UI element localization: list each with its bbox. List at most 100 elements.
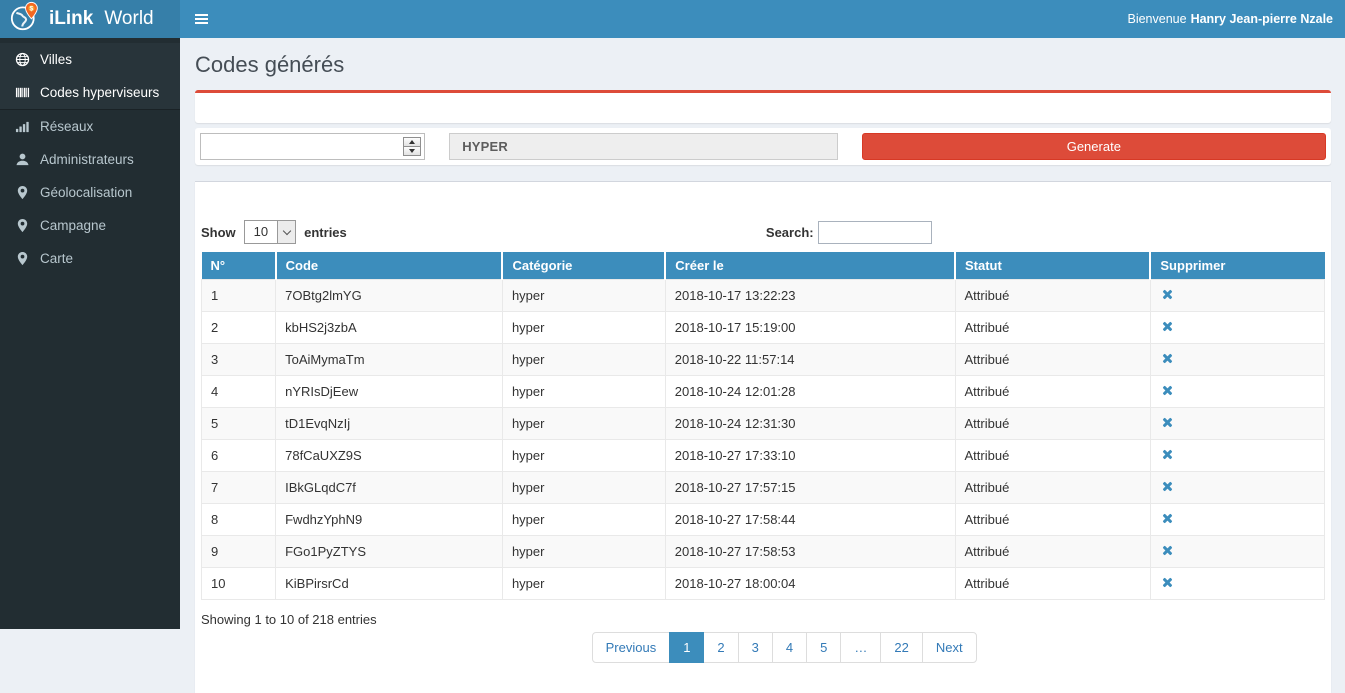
codes-table: N°CodeCatégorieCréer leStatutSupprimer 1…	[201, 252, 1325, 600]
delete-button[interactable]	[1160, 447, 1175, 464]
sidebar-item-label: Réseaux	[40, 119, 93, 134]
globe-pin-logo-icon: $	[9, 1, 42, 38]
table-footer: Showing 1 to 10 of 218 entries Previous1…	[201, 612, 1325, 663]
sidebar-item-campagne[interactable]: Campagne	[0, 209, 180, 242]
page-length-select[interactable]: 10	[244, 220, 296, 244]
delete-button[interactable]	[1160, 319, 1175, 336]
cell-delete	[1150, 312, 1324, 344]
cell-category: hyper	[502, 568, 665, 600]
chevron-down-icon	[277, 221, 295, 243]
cell-num: 3	[202, 344, 276, 376]
column-header[interactable]: Supprimer	[1150, 252, 1324, 280]
cell-num: 4	[202, 376, 276, 408]
delete-x-icon	[1162, 481, 1173, 492]
user-icon	[15, 152, 30, 167]
sidebar-item-label: Carte	[40, 251, 73, 266]
table-row: 3ToAiMymaTmhyper2018-10-22 11:57:14Attri…	[202, 344, 1325, 376]
sidebar-item-administrateurs[interactable]: Administrateurs	[0, 143, 180, 176]
pagination-next-button[interactable]: Next	[922, 632, 977, 663]
brand-name-bold: iLink	[49, 8, 93, 30]
search-label: Search:	[766, 225, 814, 240]
column-header[interactable]: Catégorie	[502, 252, 665, 280]
barcode-icon	[15, 85, 30, 100]
delete-x-icon	[1162, 577, 1173, 588]
delete-button[interactable]	[1160, 351, 1175, 368]
table-controls: Show 10 entries Search:	[201, 220, 1325, 244]
delete-button[interactable]	[1160, 287, 1175, 304]
cell-created: 2018-10-22 11:57:14	[665, 344, 955, 376]
pagination-page-button[interactable]: …	[840, 632, 881, 663]
delete-button[interactable]	[1160, 511, 1175, 528]
map-marker-icon	[15, 251, 30, 266]
sidebar-item-label: Codes hyperviseurs	[40, 85, 159, 100]
sidebar-item-label: Géolocalisation	[40, 185, 132, 200]
pagination-page-button[interactable]: 5	[806, 632, 841, 663]
spinner-up-button[interactable]	[404, 138, 420, 146]
table-row: 2kbHS2j3zbAhyper2018-10-17 15:19:00Attri…	[202, 312, 1325, 344]
page-title: Codes générés	[195, 52, 1331, 78]
delete-button[interactable]	[1160, 575, 1175, 592]
pagination-page-button[interactable]: 4	[772, 632, 807, 663]
column-header[interactable]: Statut	[955, 252, 1150, 280]
pagination-page-button[interactable]: 3	[738, 632, 773, 663]
table-info: Showing 1 to 10 of 218 entries	[201, 612, 377, 627]
cell-created: 2018-10-27 17:33:10	[665, 440, 955, 472]
delete-button[interactable]	[1160, 543, 1175, 560]
delete-x-icon	[1162, 385, 1173, 396]
map-marker-icon	[15, 185, 30, 200]
delete-x-icon	[1162, 321, 1173, 332]
sidebar-item-carte[interactable]: Carte	[0, 242, 180, 275]
cell-code: nYRIsDjEew	[276, 376, 503, 408]
table-header-row: N°CodeCatégorieCréer leStatutSupprimer	[202, 252, 1325, 280]
cell-delete	[1150, 504, 1324, 536]
pagination-previous-button[interactable]: Previous	[592, 632, 671, 663]
cell-status: Attribué	[955, 376, 1150, 408]
delete-button[interactable]	[1160, 415, 1175, 432]
cell-created: 2018-10-27 18:00:04	[665, 568, 955, 600]
user-name: Hanry Jean-pierre Nzale	[1191, 12, 1333, 26]
delete-button[interactable]	[1160, 383, 1175, 400]
pagination-page-button[interactable]: 1	[669, 632, 704, 663]
generate-button[interactable]: Generate	[862, 133, 1326, 160]
cell-status: Attribué	[955, 344, 1150, 376]
cell-status: Attribué	[955, 568, 1150, 600]
sidebar: Villes Codes hyperviseurs Réseaux Administr…	[0, 38, 180, 629]
sidebar-item-label: Campagne	[40, 218, 106, 233]
cell-status: Attribué	[955, 536, 1150, 568]
brand-logo-area[interactable]: $ iLinkWorld	[0, 0, 180, 38]
cell-created: 2018-10-27 17:58:53	[665, 536, 955, 568]
cell-num: 5	[202, 408, 276, 440]
pagination-page-button[interactable]: 22	[880, 632, 922, 663]
cell-created: 2018-10-27 17:58:44	[665, 504, 955, 536]
signal-bars-icon	[15, 119, 30, 134]
cell-category: hyper	[502, 536, 665, 568]
page-length-control: Show 10 entries	[201, 220, 347, 244]
table-row: 678fCaUXZ9Shyper2018-10-27 17:33:10Attri…	[202, 440, 1325, 472]
cell-code: KiBPirsrCd	[276, 568, 503, 600]
sidebar-item-label: Administrateurs	[40, 152, 134, 167]
sidebar-item-g-olocalisation[interactable]: Géolocalisation	[0, 176, 180, 209]
cell-code: kbHS2j3zbA	[276, 312, 503, 344]
sidebar-item-codes-hyperviseurs[interactable]: Codes hyperviseurs	[0, 76, 180, 110]
quantity-input[interactable]	[200, 133, 425, 160]
cell-delete	[1150, 280, 1324, 312]
cell-num: 7	[202, 472, 276, 504]
cell-num: 9	[202, 536, 276, 568]
pagination-page-button[interactable]: 2	[703, 632, 738, 663]
cell-status: Attribué	[955, 440, 1150, 472]
cell-delete	[1150, 408, 1324, 440]
column-header[interactable]: N°	[202, 252, 276, 280]
delete-x-icon	[1162, 545, 1173, 556]
spinner-down-button[interactable]	[404, 146, 420, 155]
search-input[interactable]	[818, 221, 932, 244]
column-header[interactable]: Code	[276, 252, 503, 280]
delete-button[interactable]	[1160, 479, 1175, 496]
column-header[interactable]: Créer le	[665, 252, 955, 280]
table-row: 4nYRIsDjEewhyper2018-10-24 12:01:28Attri…	[202, 376, 1325, 408]
cell-category: hyper	[502, 408, 665, 440]
sidebar-item-r-seaux[interactable]: Réseaux	[0, 110, 180, 143]
sidebar-item-villes[interactable]: Villes	[0, 43, 180, 76]
cell-status: Attribué	[955, 504, 1150, 536]
cell-num: 8	[202, 504, 276, 536]
sidebar-toggle-hamburger-icon[interactable]	[180, 14, 223, 24]
